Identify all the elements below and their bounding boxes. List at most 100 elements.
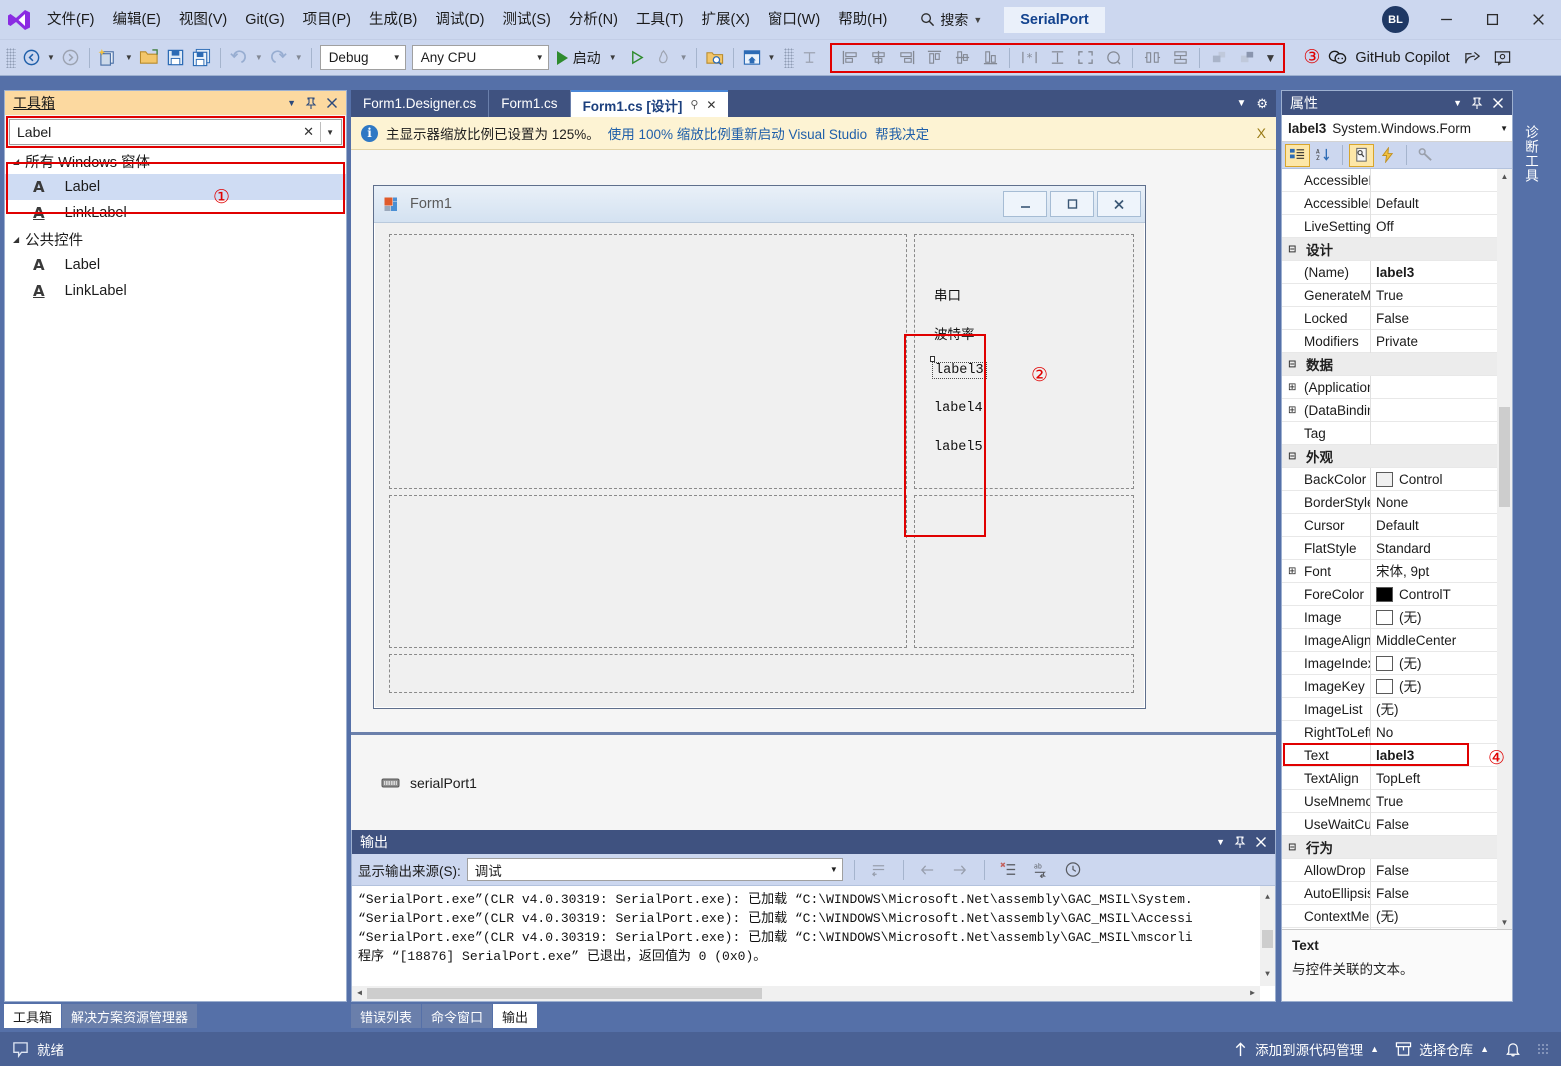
properties-object-selector[interactable]: label3 System.Windows.Form ▼ <box>1282 115 1512 142</box>
menu-help[interactable]: 帮助(H) <box>829 5 896 35</box>
property-row[interactable]: RightToLeft No <box>1282 720 1512 744</box>
toolbox-item-linklabel-all[interactable]: A LinkLabel <box>5 200 346 226</box>
navigate-forward-icon[interactable] <box>58 44 84 72</box>
property-value[interactable]: TopLeft <box>1370 766 1512 790</box>
infobar-help-link[interactable]: 帮我决定 <box>875 123 929 143</box>
close-icon[interactable] <box>1492 97 1504 109</box>
property-row[interactable]: ⊞(Application! <box>1282 375 1512 399</box>
menu-build[interactable]: 生成(B) <box>360 5 426 35</box>
property-row[interactable]: ForeColor ControlT <box>1282 582 1512 606</box>
dock-tab-error-list[interactable]: 错误列表 <box>351 1004 422 1028</box>
property-row[interactable]: (Name) label3 <box>1282 260 1512 284</box>
property-row[interactable]: Modifiers Private <box>1282 329 1512 353</box>
align-bottom-icon[interactable] <box>976 45 1004 71</box>
property-value[interactable]: label3 <box>1370 260 1512 284</box>
menu-file[interactable]: 文件(F) <box>38 5 104 35</box>
output-source-combo[interactable]: 调试 ▼ <box>466 858 843 881</box>
property-value[interactable]: (无) <box>1370 904 1512 928</box>
property-value[interactable]: Private <box>1370 329 1512 353</box>
maximize-button[interactable] <box>1469 0 1515 40</box>
new-project-icon[interactable] <box>95 44 122 72</box>
designer-label-baudrate[interactable]: 波特率 <box>934 323 975 344</box>
share-icon[interactable] <box>1457 49 1482 67</box>
property-row[interactable]: ContextMen (无) <box>1282 904 1512 928</box>
clear-search-icon[interactable]: ✕ <box>297 124 320 140</box>
designer-label-label4[interactable]: label4 <box>934 401 983 416</box>
property-row[interactable]: GenerateMe True <box>1282 283 1512 307</box>
property-row[interactable]: ⊞(DataBinding <box>1282 398 1512 422</box>
selection-handle[interactable] <box>930 356 935 362</box>
size-to-grid-icon[interactable] <box>1099 45 1127 71</box>
menu-debug[interactable]: 调试(D) <box>426 5 493 35</box>
property-row[interactable]: UseWaitCurs False <box>1282 812 1512 836</box>
designer-label-label3[interactable]: label3 <box>932 362 987 379</box>
toolbar-grip[interactable] <box>6 47 16 68</box>
property-row[interactable]: AutoEllipsis False <box>1282 881 1512 905</box>
chevron-down-icon[interactable]: ▼ <box>606 53 620 62</box>
horizontal-spacing-icon[interactable] <box>1138 45 1166 71</box>
properties-vertical-scrollbar[interactable]: ▲ ▼ <box>1497 169 1512 929</box>
toolbox-search-input[interactable]: Label ✕ ▼ <box>9 119 342 145</box>
menu-tools[interactable]: 工具(T) <box>627 5 693 35</box>
layout-cell-mid-left[interactable] <box>389 495 907 648</box>
start-debug-button[interactable]: 启动 ▼ <box>552 44 625 72</box>
property-row[interactable]: AllowDrop False <box>1282 858 1512 882</box>
property-row[interactable]: Cursor Default <box>1282 513 1512 537</box>
property-value[interactable]: (无) <box>1370 605 1512 629</box>
solution-configuration-combo[interactable]: Debug ▼ <box>319 45 406 70</box>
properties-grid[interactable]: AccessibleNa AccessibleRo Default LiveSetti… <box>1282 169 1512 929</box>
menu-analyze[interactable]: 分析(N) <box>560 5 627 35</box>
infobar-close-icon[interactable]: X <box>1257 125 1266 141</box>
toggle-timestamp-icon[interactable] <box>1060 858 1086 882</box>
align-left-icon[interactable] <box>836 45 864 71</box>
chevron-down-icon[interactable]: ▼ <box>320 122 339 142</box>
start-without-debugging-icon[interactable] <box>625 44 651 72</box>
toolbox-item-label-all[interactable]: A Label <box>5 174 346 200</box>
output-vertical-scrollbar[interactable]: ▲ ▼ <box>1260 886 1275 986</box>
property-category-row[interactable]: ⊟ 行为 <box>1282 836 1512 859</box>
next-message-icon[interactable] <box>947 858 973 882</box>
property-row[interactable]: Locked False <box>1282 306 1512 330</box>
toggle-word-wrap-icon[interactable]: ab <box>1028 858 1054 882</box>
navigate-back-dropdown-icon[interactable]: ▼ <box>44 53 58 62</box>
panel-dropdown-icon[interactable]: ▼ <box>1216 837 1225 847</box>
property-row[interactable]: FlatStyle Standard <box>1282 536 1512 560</box>
scroll-right-icon[interactable]: ▶ <box>1245 984 1260 1001</box>
property-value[interactable]: No <box>1370 720 1512 744</box>
property-row[interactable]: AccessibleRo Default <box>1282 191 1512 215</box>
collapse-icon[interactable]: ⊟ <box>1288 451 1300 462</box>
close-button[interactable] <box>1515 0 1561 40</box>
menu-view[interactable]: 视图(V) <box>170 5 236 35</box>
toolbox-group-all-winforms[interactable]: ◢ 所有 Windows 窗体 <box>5 148 346 174</box>
toolbox-item-label-common[interactable]: A Label <box>5 252 346 278</box>
main-menu[interactable]: 文件(F) 编辑(E) 视图(V) Git(G) 项目(P) 生成(B) 调试(… <box>38 0 896 40</box>
menu-window[interactable]: 窗口(W) <box>759 5 829 35</box>
property-value[interactable]: (无) <box>1370 651 1512 675</box>
solution-explorer-home-icon[interactable] <box>739 44 765 72</box>
bring-to-front-icon[interactable] <box>1205 45 1233 71</box>
property-value[interactable] <box>1370 398 1512 422</box>
solution-platform-combo[interactable]: Any CPU ▼ <box>411 45 549 70</box>
designer-label-label5[interactable]: label5 <box>934 440 983 455</box>
save-all-icon[interactable] <box>189 44 215 72</box>
property-value[interactable]: False <box>1370 306 1512 330</box>
pin-icon[interactable] <box>1234 835 1246 849</box>
make-same-size-icon[interactable] <box>1071 45 1099 71</box>
tab-form1-designer-cs[interactable]: Form1.Designer.cs <box>351 90 490 117</box>
property-value[interactable]: True <box>1370 927 1512 929</box>
align-right-icon[interactable] <box>892 45 920 71</box>
property-row[interactable]: ImageList (无) <box>1282 697 1512 721</box>
find-in-files-icon[interactable] <box>702 44 728 72</box>
redo-icon[interactable] <box>266 44 292 72</box>
form-maximize-icon[interactable] <box>1050 191 1094 217</box>
scrollbar-thumb[interactable] <box>1499 407 1510 507</box>
scrollbar-thumb[interactable] <box>1262 930 1273 948</box>
select-repository-button[interactable]: 选择仓库 ▲ <box>1395 1039 1489 1059</box>
chevron-down-icon[interactable]: ▼ <box>1497 124 1508 133</box>
infobar-restart-link[interactable]: 使用 100% 缩放比例重新启动 Visual Studio <box>608 123 867 143</box>
property-row[interactable]: ImageKey (无) <box>1282 674 1512 698</box>
property-value[interactable]: 宋体, 9pt <box>1370 559 1512 583</box>
notifications-button[interactable] <box>1505 1041 1521 1058</box>
dock-tab-output[interactable]: 输出 <box>493 1004 538 1028</box>
toolbox-group-common-controls[interactable]: ◢ 公共控件 <box>5 226 346 252</box>
